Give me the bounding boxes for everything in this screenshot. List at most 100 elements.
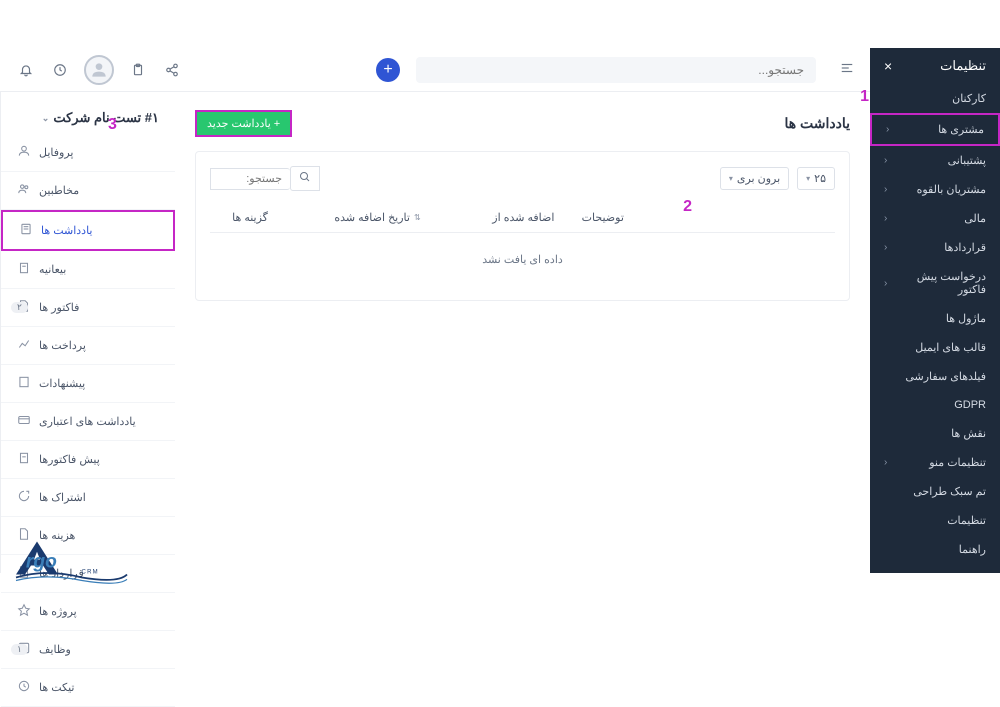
tab-ticket[interactable]: تیکت ها bbox=[1, 669, 175, 707]
sidebar-item-10[interactable]: GDPR bbox=[870, 391, 1000, 419]
tab-label: یادداشت های اعتباری bbox=[39, 415, 136, 428]
user-icon bbox=[17, 144, 31, 161]
col-date[interactable]: ⇅ تاریخ اضافه شده bbox=[290, 211, 465, 224]
sidebar-item-label: تنظیمات منو bbox=[929, 456, 986, 469]
new-note-button[interactable]: + یادداشت جدید bbox=[195, 110, 292, 137]
tab-refresh[interactable]: اشتراک ها bbox=[1, 479, 175, 517]
settings-sidebar: تنظیمات × کارکنانمشتری ها‹پشتیبانی‹مشتری… bbox=[870, 48, 1000, 573]
close-icon[interactable]: × bbox=[884, 58, 892, 74]
chevron-down-icon: ▾ bbox=[806, 174, 810, 183]
tab-user[interactable]: پروفایل bbox=[1, 134, 175, 172]
sidebar-item-2[interactable]: پشتیبانی‹ bbox=[870, 146, 1000, 175]
argo-crm-logo: rgo CRM bbox=[10, 532, 130, 590]
sidebar-item-label: درخواست پیش فاکتور bbox=[887, 270, 986, 296]
sidebar-item-6[interactable]: درخواست پیش فاکتور‹ bbox=[870, 262, 1000, 304]
annotation-2: 2 bbox=[683, 198, 692, 216]
customer-tabs: #۱ تست نام شرکت ⌄ پروفایل مخاطبین یادداشت … bbox=[0, 92, 175, 573]
sidebar-item-3[interactable]: مشتریان بالقوه‹ bbox=[870, 175, 1000, 204]
tab-label: بیعانیه bbox=[39, 263, 66, 276]
tab-label: وظایف bbox=[39, 643, 71, 656]
badge: ۲ bbox=[11, 302, 28, 313]
content-area: یادداشت ها + یادداشت جدید ۲۵ ▾ برون بری … bbox=[0, 92, 870, 573]
tab-page[interactable]: پیشنهادات bbox=[1, 365, 175, 403]
users-icon bbox=[17, 182, 31, 199]
add-button[interactable]: + bbox=[376, 58, 400, 82]
svg-text:CRM: CRM bbox=[82, 569, 99, 575]
col-desc[interactable]: توضیحات bbox=[582, 211, 835, 224]
tab-users[interactable]: مخاطبین bbox=[1, 172, 175, 210]
note-icon bbox=[19, 222, 33, 239]
sidebar-item-1[interactable]: مشتری ها‹ bbox=[870, 113, 1000, 146]
share-icon[interactable] bbox=[162, 60, 182, 80]
tab-file[interactable]: فاکتور ها۲ bbox=[1, 289, 175, 327]
col-addedby[interactable]: اضافه شده از bbox=[465, 211, 582, 224]
sidebar-item-label: قراردادها bbox=[944, 241, 986, 254]
search-input[interactable] bbox=[428, 63, 804, 77]
sidebar-item-label: تم سبک طراحی bbox=[913, 485, 986, 498]
section-title: یادداشت ها bbox=[784, 115, 850, 132]
toolbar-controls: ۲۵ ▾ برون بری ▾ bbox=[720, 167, 835, 190]
clipboard-icon[interactable] bbox=[128, 60, 148, 80]
page-size-select[interactable]: ۲۵ ▾ bbox=[797, 167, 835, 190]
tab-task[interactable]: وظایف ۱ bbox=[1, 631, 175, 669]
tab-label: پروژه ها bbox=[39, 605, 77, 618]
section-header: یادداشت ها + یادداشت جدید bbox=[195, 110, 850, 137]
tab-doc[interactable]: بیعانیه bbox=[1, 251, 175, 289]
sidebar-item-label: پشتیبانی bbox=[948, 154, 986, 167]
chevron-left-icon: ‹ bbox=[884, 457, 887, 468]
credit-icon bbox=[17, 413, 31, 430]
chevron-down-icon: ▾ bbox=[729, 174, 733, 183]
menu-toggle-icon[interactable] bbox=[840, 61, 854, 78]
doc-icon bbox=[17, 261, 31, 278]
star-icon bbox=[17, 603, 31, 620]
tab-est[interactable]: پیش فاکتورها bbox=[1, 441, 175, 479]
est-icon bbox=[17, 451, 31, 468]
sidebar-item-7[interactable]: ماژول ها bbox=[870, 304, 1000, 333]
tab-label: پیش فاکتورها bbox=[39, 453, 100, 466]
page-title[interactable]: #۱ تست نام شرکت ⌄ bbox=[1, 102, 175, 134]
global-search[interactable] bbox=[416, 57, 816, 83]
sidebar-item-4[interactable]: مالی ‹ bbox=[870, 204, 1000, 233]
svg-text:rgo: rgo bbox=[26, 551, 57, 572]
tab-note[interactable]: یادداشت ها bbox=[1, 210, 175, 251]
sidebar-item-14[interactable]: تنظیمات bbox=[870, 506, 1000, 535]
tab-label: پرداخت ها bbox=[39, 339, 86, 352]
clock-icon[interactable] bbox=[50, 60, 70, 80]
chevron-left-icon: ‹ bbox=[884, 278, 887, 289]
main-panel: یادداشت ها + یادداشت جدید ۲۵ ▾ برون بری … bbox=[175, 92, 870, 573]
chevron-left-icon: ‹ bbox=[884, 184, 887, 195]
badge: ۱ bbox=[11, 644, 28, 655]
tab-credit[interactable]: یادداشت های اعتباری bbox=[1, 403, 175, 441]
avatar[interactable] bbox=[84, 55, 114, 85]
sidebar-item-label: تنظیمات bbox=[947, 514, 986, 527]
chevron-left-icon: ‹ bbox=[884, 242, 887, 253]
notes-table-card: ۲۵ ▾ برون بری ▾ توضیحات bbox=[195, 151, 850, 301]
sidebar-item-5[interactable]: قراردادها ‹ bbox=[870, 233, 1000, 262]
sidebar-item-9[interactable]: فیلدهای سفارشی bbox=[870, 362, 1000, 391]
sidebar-item-13[interactable]: تم سبک طراحی bbox=[870, 477, 1000, 506]
ticket-icon bbox=[17, 679, 31, 696]
sidebar-item-0[interactable]: کارکنان bbox=[870, 84, 1000, 113]
chevron-down-icon: ⌄ bbox=[42, 113, 50, 124]
col-options: گزینه ها bbox=[210, 211, 290, 224]
sidebar-item-8[interactable]: قالب های ایمیل bbox=[870, 333, 1000, 362]
table-header: توضیحات اضافه شده از ⇅ تاریخ اضافه شده گ… bbox=[210, 203, 835, 233]
table-search-input[interactable] bbox=[210, 168, 290, 190]
table-search-button[interactable] bbox=[290, 166, 320, 191]
sidebar-item-label: مالی bbox=[964, 212, 986, 225]
sort-icon: ⇅ bbox=[414, 213, 421, 222]
tab-chart[interactable]: پرداخت ها bbox=[1, 327, 175, 365]
chevron-left-icon: ‹ bbox=[884, 213, 887, 224]
sidebar-item-15[interactable]: راهنما bbox=[870, 535, 1000, 564]
sidebar-item-label: نقش ها bbox=[951, 427, 986, 440]
sidebar-item-label: ماژول ها bbox=[946, 312, 986, 325]
sidebar-item-label: کارکنان bbox=[952, 92, 986, 105]
tab-label: مخاطبین bbox=[39, 184, 79, 197]
table-search bbox=[210, 166, 320, 191]
sidebar-item-11[interactable]: نقش ها bbox=[870, 419, 1000, 448]
sidebar-title: تنظیمات bbox=[940, 58, 986, 74]
export-select[interactable]: برون بری ▾ bbox=[720, 167, 789, 190]
bell-icon[interactable] bbox=[16, 60, 36, 80]
tab-star[interactable]: پروژه ها bbox=[1, 593, 175, 631]
sidebar-item-12[interactable]: تنظیمات منو ‹ bbox=[870, 448, 1000, 477]
